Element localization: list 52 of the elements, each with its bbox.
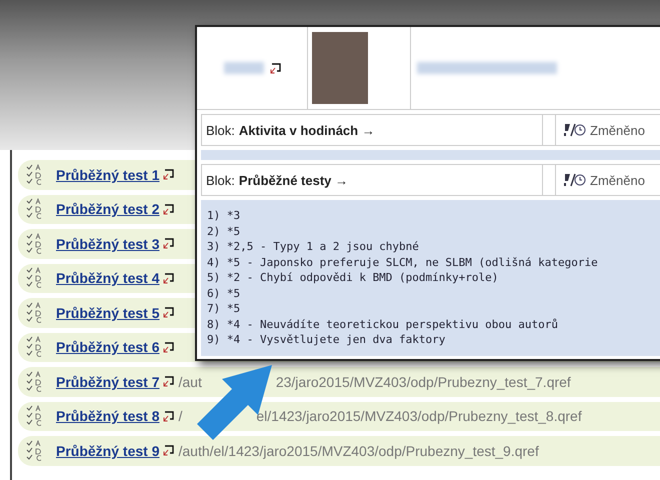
checklist-icon (26, 405, 42, 428)
file-path: /auth/el/1423/jaro2015/MVZ403/odp/Prubezny_test_9.qref (178, 442, 539, 459)
external-link-icon[interactable] (163, 204, 174, 215)
external-link-icon[interactable] (163, 307, 174, 318)
content-line: 2) *5 (207, 224, 242, 239)
external-link-icon[interactable] (163, 169, 174, 180)
checklist-icon (26, 198, 42, 220)
changed-label: Změněno (590, 172, 645, 188)
checklist-icon (26, 267, 42, 290)
test-link[interactable]: Průběžný test 2 (56, 201, 160, 218)
test-link[interactable]: Průběžný test 3 (56, 236, 160, 252)
checklist-icon (26, 302, 42, 324)
content-line: 8) *4 - Neuvádíte teoretickou perspektivu obou autorů (207, 316, 559, 332)
content-line: 1) *3 (207, 208, 242, 224)
file-path: el/1423/jaro2015/MVZ403/odp/Prubezny_test_8.qref (256, 408, 582, 424)
external-link-icon[interactable] (163, 410, 174, 422)
test-link[interactable]: Průběžný test 4 (56, 270, 160, 286)
external-link-icon[interactable] (163, 376, 174, 388)
photo-placeholder (312, 32, 368, 104)
content-line: 9) *4 - Vysvětlujete jen dva faktory (207, 332, 446, 348)
note-clock-icon (562, 123, 586, 137)
external-link-icon[interactable] (163, 445, 174, 456)
checklist-icon (26, 336, 42, 358)
test-link[interactable]: Průběžný test 7 (56, 374, 160, 390)
content-line: 6) *5 (207, 286, 242, 301)
external-link-icon[interactable] (163, 272, 174, 284)
note-clock-icon (562, 173, 586, 187)
test-link[interactable]: Průběžný test 9 (56, 442, 160, 459)
checklist-icon (26, 232, 42, 255)
changed-label: Změněno (590, 122, 645, 138)
file-path: / (178, 408, 182, 424)
test-link[interactable]: Průběžný test 6 (56, 339, 160, 356)
block-label: Blok: (206, 122, 235, 138)
blurred-text (224, 62, 264, 74)
file-path: /aut (178, 374, 202, 390)
file-path: 23/jaro2015/MVZ403/odp/Prubezny_test_7.qref (276, 374, 571, 390)
block-name[interactable]: Průběžné testy → (238, 172, 348, 188)
external-link-icon[interactable] (163, 238, 174, 250)
content-line: 3) *2,5 - Typy 1 a 2 jsou chybné (207, 239, 420, 254)
external-link-icon[interactable] (270, 62, 280, 74)
checklist-icon (26, 164, 42, 186)
content-line: 4) *5 - Japonsko preferuje SLCM, ne SLBM (odlišná kategorie (207, 254, 599, 270)
content-line: 5) *2 - Chybí odpovědi k BMD (podmínky+role) (207, 270, 500, 286)
test-link[interactable]: Průběžný test 8 (56, 408, 160, 424)
external-link-icon[interactable] (163, 342, 174, 353)
test-link[interactable]: Průběžný test 5 (56, 304, 160, 321)
checklist-icon (26, 370, 42, 393)
test-link[interactable]: Průběžný test 1 (56, 166, 160, 183)
content-line: 7) *5 (207, 301, 242, 316)
block-label: Blok: (206, 172, 235, 188)
checklist-icon (26, 440, 42, 462)
block-name[interactable]: Aktivita v hodinách → (238, 122, 375, 138)
